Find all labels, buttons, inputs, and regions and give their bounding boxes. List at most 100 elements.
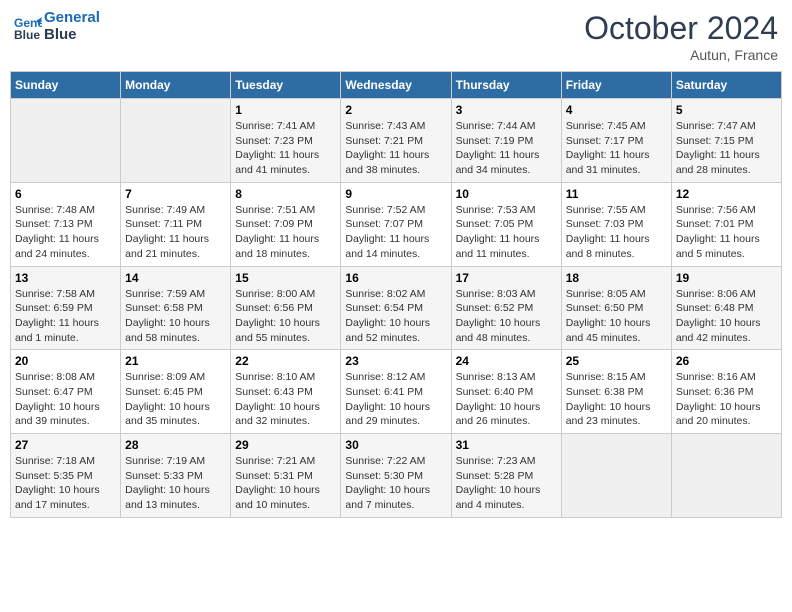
calendar-cell: 11Sunrise: 7:55 AMSunset: 7:03 PMDayligh… [561,182,671,266]
day-info-line: Sunset: 5:28 PM [456,469,557,484]
day-info: Sunrise: 7:22 AMSunset: 5:30 PMDaylight:… [345,454,446,513]
day-info-line: Daylight: 10 hours and 20 minutes. [676,400,777,429]
calendar-cell: 31Sunrise: 7:23 AMSunset: 5:28 PMDayligh… [451,434,561,518]
calendar-week-5: 27Sunrise: 7:18 AMSunset: 5:35 PMDayligh… [11,434,782,518]
day-info-line: Daylight: 10 hours and 58 minutes. [125,316,226,345]
page-header: General Blue General Blue October 2024 A… [10,10,782,63]
day-header-sunday: Sunday [11,72,121,99]
day-info-line: Sunset: 7:23 PM [235,134,336,149]
day-info-line: Daylight: 11 hours and 8 minutes. [566,232,667,261]
day-info: Sunrise: 7:56 AMSunset: 7:01 PMDaylight:… [676,203,777,262]
day-info-line: Daylight: 10 hours and 13 minutes. [125,483,226,512]
calendar-cell: 20Sunrise: 8:08 AMSunset: 6:47 PMDayligh… [11,350,121,434]
day-number: 17 [456,271,557,285]
calendar-cell: 2Sunrise: 7:43 AMSunset: 7:21 PMDaylight… [341,99,451,183]
day-info-line: Sunrise: 7:44 AM [456,119,557,134]
day-info-line: Daylight: 11 hours and 34 minutes. [456,148,557,177]
day-info-line: Sunset: 7:03 PM [566,217,667,232]
day-info: Sunrise: 7:41 AMSunset: 7:23 PMDaylight:… [235,119,336,178]
day-info-line: Sunrise: 7:56 AM [676,203,777,218]
calendar-table: SundayMondayTuesdayWednesdayThursdayFrid… [10,71,782,518]
day-info: Sunrise: 7:44 AMSunset: 7:19 PMDaylight:… [456,119,557,178]
logo-line1: General [44,10,100,27]
day-info-line: Sunrise: 7:49 AM [125,203,226,218]
day-info-line: Daylight: 10 hours and 35 minutes. [125,400,226,429]
day-info: Sunrise: 7:52 AMSunset: 7:07 PMDaylight:… [345,203,446,262]
calendar-week-3: 13Sunrise: 7:58 AMSunset: 6:59 PMDayligh… [11,266,782,350]
day-info-line: Sunrise: 8:05 AM [566,287,667,302]
calendar-week-2: 6Sunrise: 7:48 AMSunset: 7:13 PMDaylight… [11,182,782,266]
day-info-line: Sunrise: 7:43 AM [345,119,446,134]
day-header-monday: Monday [121,72,231,99]
day-info: Sunrise: 7:19 AMSunset: 5:33 PMDaylight:… [125,454,226,513]
day-info-line: Sunrise: 7:51 AM [235,203,336,218]
day-info-line: Sunset: 6:58 PM [125,301,226,316]
day-info-line: Daylight: 11 hours and 38 minutes. [345,148,446,177]
day-info-line: Sunrise: 8:00 AM [235,287,336,302]
calendar-header-row: SundayMondayTuesdayWednesdayThursdayFrid… [11,72,782,99]
day-info: Sunrise: 7:51 AMSunset: 7:09 PMDaylight:… [235,203,336,262]
day-info-line: Daylight: 10 hours and 32 minutes. [235,400,336,429]
calendar-cell: 9Sunrise: 7:52 AMSunset: 7:07 PMDaylight… [341,182,451,266]
day-number: 30 [345,438,446,452]
calendar-cell: 13Sunrise: 7:58 AMSunset: 6:59 PMDayligh… [11,266,121,350]
day-info-line: Sunset: 7:09 PM [235,217,336,232]
day-number: 8 [235,187,336,201]
day-header-saturday: Saturday [671,72,781,99]
day-info: Sunrise: 7:58 AMSunset: 6:59 PMDaylight:… [15,287,116,346]
day-info-line: Sunrise: 8:06 AM [676,287,777,302]
day-info: Sunrise: 8:16 AMSunset: 6:36 PMDaylight:… [676,370,777,429]
day-number: 10 [456,187,557,201]
calendar-cell: 16Sunrise: 8:02 AMSunset: 6:54 PMDayligh… [341,266,451,350]
day-info: Sunrise: 8:08 AMSunset: 6:47 PMDaylight:… [15,370,116,429]
day-info-line: Sunrise: 7:55 AM [566,203,667,218]
day-number: 14 [125,271,226,285]
calendar-body: 1Sunrise: 7:41 AMSunset: 7:23 PMDaylight… [11,99,782,518]
day-info-line: Daylight: 10 hours and 17 minutes. [15,483,116,512]
day-info-line: Daylight: 10 hours and 39 minutes. [15,400,116,429]
day-info-line: Daylight: 10 hours and 55 minutes. [235,316,336,345]
day-info: Sunrise: 7:45 AMSunset: 7:17 PMDaylight:… [566,119,667,178]
day-number: 21 [125,354,226,368]
day-info: Sunrise: 8:06 AMSunset: 6:48 PMDaylight:… [676,287,777,346]
day-info: Sunrise: 8:03 AMSunset: 6:52 PMDaylight:… [456,287,557,346]
day-info-line: Sunset: 7:19 PM [456,134,557,149]
day-info-line: Sunset: 7:01 PM [676,217,777,232]
day-number: 22 [235,354,336,368]
day-number: 7 [125,187,226,201]
day-number: 3 [456,103,557,117]
day-info-line: Daylight: 11 hours and 14 minutes. [345,232,446,261]
day-info-line: Sunrise: 8:12 AM [345,370,446,385]
day-info: Sunrise: 7:23 AMSunset: 5:28 PMDaylight:… [456,454,557,513]
day-info-line: Sunset: 7:05 PM [456,217,557,232]
day-info: Sunrise: 7:47 AMSunset: 7:15 PMDaylight:… [676,119,777,178]
calendar-cell: 3 Sunrise: 7:44 AMSunset: 7:19 PMDaylight… [451,99,561,183]
calendar-cell: 24Sunrise: 8:13 AMSunset: 6:40 PMDayligh… [451,350,561,434]
day-info-line: Daylight: 11 hours and 31 minutes. [566,148,667,177]
calendar-cell: 7Sunrise: 7:49 AMSunset: 7:11 PMDaylight… [121,182,231,266]
calendar-cell [561,434,671,518]
day-info-line: Daylight: 10 hours and 7 minutes. [345,483,446,512]
day-info-line: Daylight: 11 hours and 5 minutes. [676,232,777,261]
day-info-line: Sunrise: 8:03 AM [456,287,557,302]
calendar-cell: 23Sunrise: 8:12 AMSunset: 6:41 PMDayligh… [341,350,451,434]
calendar-cell: 28Sunrise: 7:19 AMSunset: 5:33 PMDayligh… [121,434,231,518]
logo-line2: Blue [44,27,100,44]
logo-icon: General Blue [14,13,42,41]
day-info-line: Sunset: 6:41 PM [345,385,446,400]
day-info-line: Sunset: 7:17 PM [566,134,667,149]
day-info-line: Sunrise: 7:59 AM [125,287,226,302]
day-info-line: Sunrise: 7:21 AM [235,454,336,469]
day-number: 16 [345,271,446,285]
day-info-line: Daylight: 10 hours and 26 minutes. [456,400,557,429]
title-block: October 2024 Autun, France [584,10,778,63]
day-info-line: Daylight: 10 hours and 29 minutes. [345,400,446,429]
day-number: 24 [456,354,557,368]
day-info-line: Sunset: 5:33 PM [125,469,226,484]
day-info-line: Daylight: 11 hours and 11 minutes. [456,232,557,261]
logo: General Blue General Blue [14,10,100,43]
day-info-line: Daylight: 10 hours and 42 minutes. [676,316,777,345]
day-info-line: Sunrise: 7:22 AM [345,454,446,469]
day-info-line: Sunset: 6:40 PM [456,385,557,400]
calendar-cell: 30 Sunrise: 7:22 AMSunset: 5:30 PMDayligh… [341,434,451,518]
